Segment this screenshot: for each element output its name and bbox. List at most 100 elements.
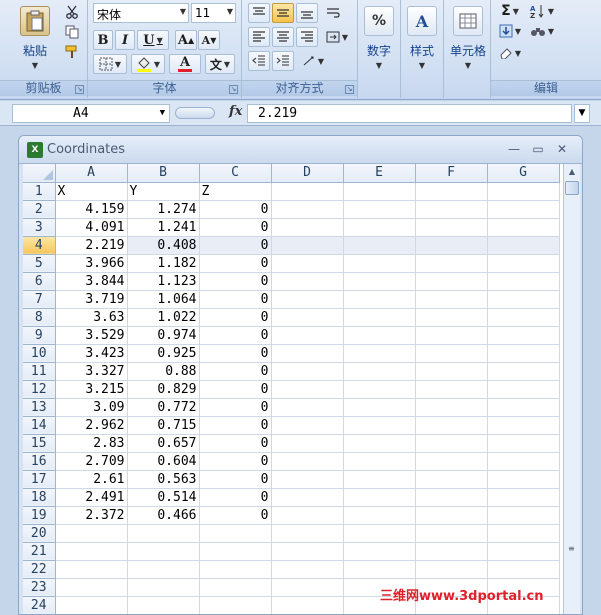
cell-d22[interactable]	[271, 560, 344, 579]
clipboard-launcher-button[interactable]: ↘	[75, 85, 84, 94]
cell-a10[interactable]: 3.423	[55, 344, 128, 363]
insert-function-button[interactable]: fx	[229, 104, 242, 119]
cell-c16[interactable]: 0	[199, 452, 272, 471]
fill-button[interactable]: ▼	[497, 22, 523, 40]
row-header[interactable]: 21	[23, 542, 56, 561]
cell-a15[interactable]: 2.83	[55, 434, 128, 453]
cell-b15[interactable]: 0.657	[127, 434, 200, 453]
shrink-font-button[interactable]: A ▼	[198, 30, 220, 50]
copy-button[interactable]	[62, 23, 82, 41]
cell-g21[interactable]	[487, 542, 560, 561]
cut-button[interactable]	[62, 3, 82, 21]
cell-e14[interactable]	[343, 416, 416, 435]
cell-e3[interactable]	[343, 218, 416, 237]
expand-formula-bar-button[interactable]: ▼	[574, 104, 590, 123]
column-header-e[interactable]: E	[343, 164, 416, 183]
italic-button[interactable]: I	[115, 30, 135, 50]
cell-c23[interactable]	[199, 578, 272, 597]
cell-a5[interactable]: 3.966	[55, 254, 128, 273]
column-header-b[interactable]: B	[127, 164, 200, 183]
row-header[interactable]: 5	[23, 254, 56, 273]
cell-f10[interactable]	[415, 344, 488, 363]
cell-d14[interactable]	[271, 416, 344, 435]
cell-b1[interactable]: Y	[127, 182, 200, 201]
cell-e21[interactable]	[343, 542, 416, 561]
cell-d2[interactable]	[271, 200, 344, 219]
column-header-g[interactable]: G	[487, 164, 560, 183]
cell-g6[interactable]	[487, 272, 560, 291]
cell-f19[interactable]	[415, 506, 488, 525]
cell-e12[interactable]	[343, 380, 416, 399]
cell-c20[interactable]	[199, 524, 272, 543]
column-header-d[interactable]: D	[271, 164, 344, 183]
cell-g19[interactable]	[487, 506, 560, 525]
cell-d21[interactable]	[271, 542, 344, 561]
cell-g8[interactable]	[487, 308, 560, 327]
cell-f1[interactable]	[415, 182, 488, 201]
row-header[interactable]: 9	[23, 326, 56, 345]
cell-a18[interactable]: 2.491	[55, 488, 128, 507]
cell-b20[interactable]	[127, 524, 200, 543]
cell-c13[interactable]: 0	[199, 398, 272, 417]
cell-b12[interactable]: 0.829	[127, 380, 200, 399]
cell-c1[interactable]: Z	[199, 182, 272, 201]
cell-b11[interactable]: 0.88	[127, 362, 200, 381]
cell-d16[interactable]	[271, 452, 344, 471]
cell-a12[interactable]: 3.215	[55, 380, 128, 399]
cell-f20[interactable]	[415, 524, 488, 543]
font-color-button[interactable]: A	[169, 54, 201, 74]
cell-a24[interactable]	[55, 596, 128, 614]
cell-g9[interactable]	[487, 326, 560, 345]
number-format-button[interactable]: % 数字 ▼	[360, 4, 398, 78]
decrease-indent-button[interactable]	[248, 51, 270, 71]
formula-bar-resize-handle[interactable]	[175, 107, 215, 119]
cell-d9[interactable]	[271, 326, 344, 345]
cell-f2[interactable]	[415, 200, 488, 219]
cell-f5[interactable]	[415, 254, 488, 273]
cell-b2[interactable]: 1.274	[127, 200, 200, 219]
split-grip-icon[interactable]: ≡	[568, 544, 576, 553]
cell-c21[interactable]	[199, 542, 272, 561]
cell-a9[interactable]: 3.529	[55, 326, 128, 345]
cell-e15[interactable]	[343, 434, 416, 453]
cell-c18[interactable]: 0	[199, 488, 272, 507]
cell-g1[interactable]	[487, 182, 560, 201]
cell-d20[interactable]	[271, 524, 344, 543]
align-top-button[interactable]	[248, 3, 270, 23]
minimize-button[interactable]: —	[505, 141, 523, 157]
styles-button[interactable]: A 样式 ▼	[403, 4, 441, 78]
cell-f6[interactable]	[415, 272, 488, 291]
row-header[interactable]: 3	[23, 218, 56, 237]
formula-input[interactable]: 2.219	[247, 104, 572, 123]
cell-a13[interactable]: 3.09	[55, 398, 128, 417]
cell-f4[interactable]	[415, 236, 488, 255]
row-header[interactable]: 15	[23, 434, 56, 453]
cell-g2[interactable]	[487, 200, 560, 219]
cell-a23[interactable]	[55, 578, 128, 597]
cell-d8[interactable]	[271, 308, 344, 327]
bold-button[interactable]: B	[93, 30, 113, 50]
fill-color-button[interactable]: ▼	[131, 54, 165, 74]
cell-f7[interactable]	[415, 290, 488, 309]
borders-button[interactable]: ▼	[93, 54, 127, 74]
column-header-f[interactable]: F	[415, 164, 488, 183]
cell-b6[interactable]: 1.123	[127, 272, 200, 291]
cell-b23[interactable]	[127, 578, 200, 597]
cell-a22[interactable]	[55, 560, 128, 579]
row-header[interactable]: 19	[23, 506, 56, 525]
cell-f15[interactable]	[415, 434, 488, 453]
row-header[interactable]: 10	[23, 344, 56, 363]
cell-d24[interactable]	[271, 596, 344, 614]
cell-c17[interactable]: 0	[199, 470, 272, 489]
align-right-button[interactable]	[296, 27, 318, 47]
row-header[interactable]: 8	[23, 308, 56, 327]
cell-c4[interactable]: 0	[199, 236, 272, 255]
cell-e9[interactable]	[343, 326, 416, 345]
cell-e5[interactable]	[343, 254, 416, 273]
cell-g22[interactable]	[487, 560, 560, 579]
cell-e6[interactable]	[343, 272, 416, 291]
cell-c14[interactable]: 0	[199, 416, 272, 435]
cell-a1[interactable]: X	[55, 182, 128, 201]
font-launcher-button[interactable]: ↘	[229, 85, 238, 94]
cell-b22[interactable]	[127, 560, 200, 579]
